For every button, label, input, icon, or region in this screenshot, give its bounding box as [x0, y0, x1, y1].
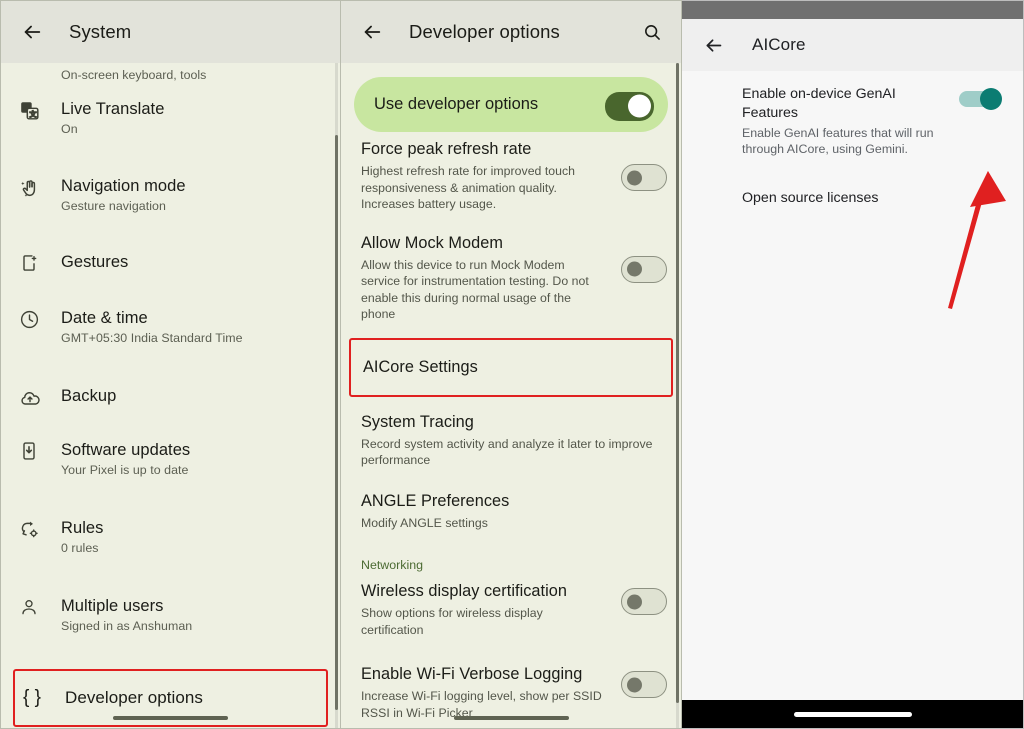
- item-title: Backup: [61, 387, 117, 405]
- setting-subtitle: Modify ANGLE settings: [361, 515, 488, 530]
- aicore-appbar: AICore: [682, 19, 1023, 71]
- navigation-gesture-icon: [19, 175, 61, 199]
- item-title: Date & time: [61, 309, 148, 327]
- item-subtitle: Your Pixel is up to date: [61, 463, 189, 477]
- rules-icon: [19, 517, 61, 540]
- wireless-display-certification-toggle[interactable]: [621, 588, 667, 615]
- system-settings-list[interactable]: On-screen keyboard, tools G 文 Live Trans…: [1, 63, 340, 728]
- three-panel-screenshot: System On-screen keyboard, tools G 文 Liv…: [0, 0, 1024, 729]
- android-nav-bar: [682, 700, 1023, 728]
- sidebar-item-software-updates[interactable]: Software updates Your Pixel is up to dat…: [1, 439, 340, 503]
- sidebar-item-multiple-users[interactable]: Multiple users Signed in as Anshuman: [1, 595, 340, 659]
- sidebar-item-live-translate[interactable]: G 文 Live Translate On: [1, 98, 340, 162]
- braces-icon: { }: [23, 687, 41, 708]
- gesture-pill[interactable]: [453, 715, 569, 720]
- arrow-back-icon: [364, 25, 381, 39]
- setting-wireless-display-certification[interactable]: Wireless display certification Show opti…: [341, 578, 681, 647]
- item-title: Developer options: [65, 688, 203, 707]
- allow-mock-modem-toggle[interactable]: [621, 255, 667, 283]
- item-title: Multiple users: [61, 597, 164, 615]
- search-icon: [645, 25, 660, 40]
- setting-allow-mock-modem[interactable]: Allow Mock Modem Allow this device to ru…: [341, 222, 681, 332]
- item-title: Live Translate: [61, 100, 165, 118]
- setting-system-tracing[interactable]: System Tracing Record system activity an…: [341, 397, 681, 478]
- force-peak-refresh-rate-toggle[interactable]: [621, 164, 667, 191]
- arrow-back-icon: [706, 38, 721, 52]
- setting-title: Allow Mock Modem: [361, 233, 503, 252]
- page-title: Developer options: [409, 21, 560, 42]
- setting-subtitle: Record system activity and analyze it la…: [361, 436, 653, 468]
- setting-title: Enable on-device GenAI Features: [742, 86, 896, 121]
- arrow-back-icon: [24, 25, 41, 39]
- item-title: Navigation mode: [61, 177, 186, 195]
- search-button[interactable]: [637, 17, 667, 47]
- partial-row-subtitle: On-screen keyboard, tools: [61, 68, 207, 82]
- gestures-icon: [19, 251, 61, 273]
- setting-title: Enable Wi-Fi Verbose Logging: [361, 665, 583, 683]
- gesture-pill[interactable]: [793, 711, 912, 717]
- open-source-licenses-link[interactable]: Open source licenses: [682, 163, 1023, 214]
- use-developer-options-banner[interactable]: Use developer options: [354, 77, 668, 132]
- item-title: Rules: [61, 519, 104, 537]
- item-subtitle: Signed in as Anshuman: [61, 619, 193, 633]
- developer-options-list[interactable]: Use developer options Force peak refresh…: [341, 63, 681, 728]
- item-subtitle: GMT+05:30 India Standard Time: [61, 331, 243, 345]
- setting-title: System Tracing: [361, 412, 474, 431]
- back-button[interactable]: [15, 15, 49, 49]
- item-title: Software updates: [61, 441, 191, 459]
- sidebar-item-date-time[interactable]: Date & time GMT+05:30 India Standard Tim…: [1, 307, 340, 371]
- setting-title: AICore Settings: [363, 357, 478, 376]
- panel-system-settings: System On-screen keyboard, tools G 文 Liv…: [0, 0, 341, 729]
- developer-options-appbar: Developer options: [341, 1, 681, 63]
- setting-angle-preferences[interactable]: ANGLE Preferences Modify ANGLE settings: [341, 478, 681, 541]
- use-developer-options-toggle[interactable]: [605, 91, 654, 121]
- back-button[interactable]: [355, 15, 389, 49]
- item-subtitle: Gesture navigation: [61, 199, 166, 213]
- setting-force-peak-refresh-rate[interactable]: Force peak refresh rate Highest refresh …: [341, 132, 681, 222]
- section-header-networking: Networking: [361, 558, 423, 572]
- sidebar-item-navigation-mode[interactable]: Navigation mode Gesture navigation: [1, 175, 340, 239]
- system-appbar: System: [1, 1, 340, 63]
- back-button[interactable]: [696, 28, 730, 62]
- genai-toggle[interactable]: [959, 91, 999, 107]
- setting-title: Wireless display certification: [361, 582, 567, 600]
- software-update-icon: [19, 439, 61, 461]
- person-icon: [19, 595, 61, 617]
- setting-title: Force peak refresh rate: [361, 140, 532, 158]
- sidebar-item-rules[interactable]: Rules 0 rules: [1, 517, 340, 581]
- setting-subtitle: Highest refresh rate for improved touch …: [361, 164, 576, 211]
- page-title: System: [69, 21, 132, 42]
- item-subtitle: 0 rules: [61, 541, 99, 555]
- svg-text:文: 文: [30, 109, 37, 118]
- live-translate-icon: G 文: [19, 98, 61, 121]
- aicore-settings-list[interactable]: Enable on-device GenAI Features Enable G…: [682, 71, 1023, 728]
- enable-wifi-verbose-logging-toggle[interactable]: [621, 671, 667, 698]
- item-title: Gestures: [61, 253, 129, 271]
- scrollbar-thumb[interactable]: [335, 135, 338, 710]
- setting-aicore-settings[interactable]: AICore Settings: [349, 337, 673, 397]
- page-title: AICore: [752, 35, 806, 54]
- banner-label: Use developer options: [374, 95, 539, 113]
- clock-icon: [19, 307, 61, 330]
- panel-aicore: AICore Enable on-device GenAI Features E…: [682, 0, 1024, 729]
- setting-title: ANGLE Preferences: [361, 491, 510, 510]
- status-bar: [682, 1, 1023, 19]
- panel-developer-options: Developer options Use developer options …: [341, 0, 682, 729]
- cloud-backup-icon: [19, 385, 61, 409]
- gesture-pill[interactable]: [113, 715, 228, 720]
- sidebar-item-backup[interactable]: Backup: [1, 385, 340, 425]
- item-subtitle: On: [61, 122, 78, 136]
- setting-subtitle: Enable GenAI features that will run thro…: [742, 126, 934, 156]
- scrollbar-thumb[interactable]: [676, 63, 679, 703]
- setting-subtitle: Show options for wireless display certif…: [361, 606, 543, 637]
- sidebar-item-gestures[interactable]: Gestures: [1, 251, 340, 291]
- gesture-nav-bar: [1, 715, 340, 720]
- setting-subtitle: Allow this device to run Mock Modem serv…: [361, 257, 589, 322]
- setting-enable-on-device-genai[interactable]: Enable on-device GenAI Features Enable G…: [682, 71, 1023, 163]
- gesture-nav-bar: [341, 715, 681, 720]
